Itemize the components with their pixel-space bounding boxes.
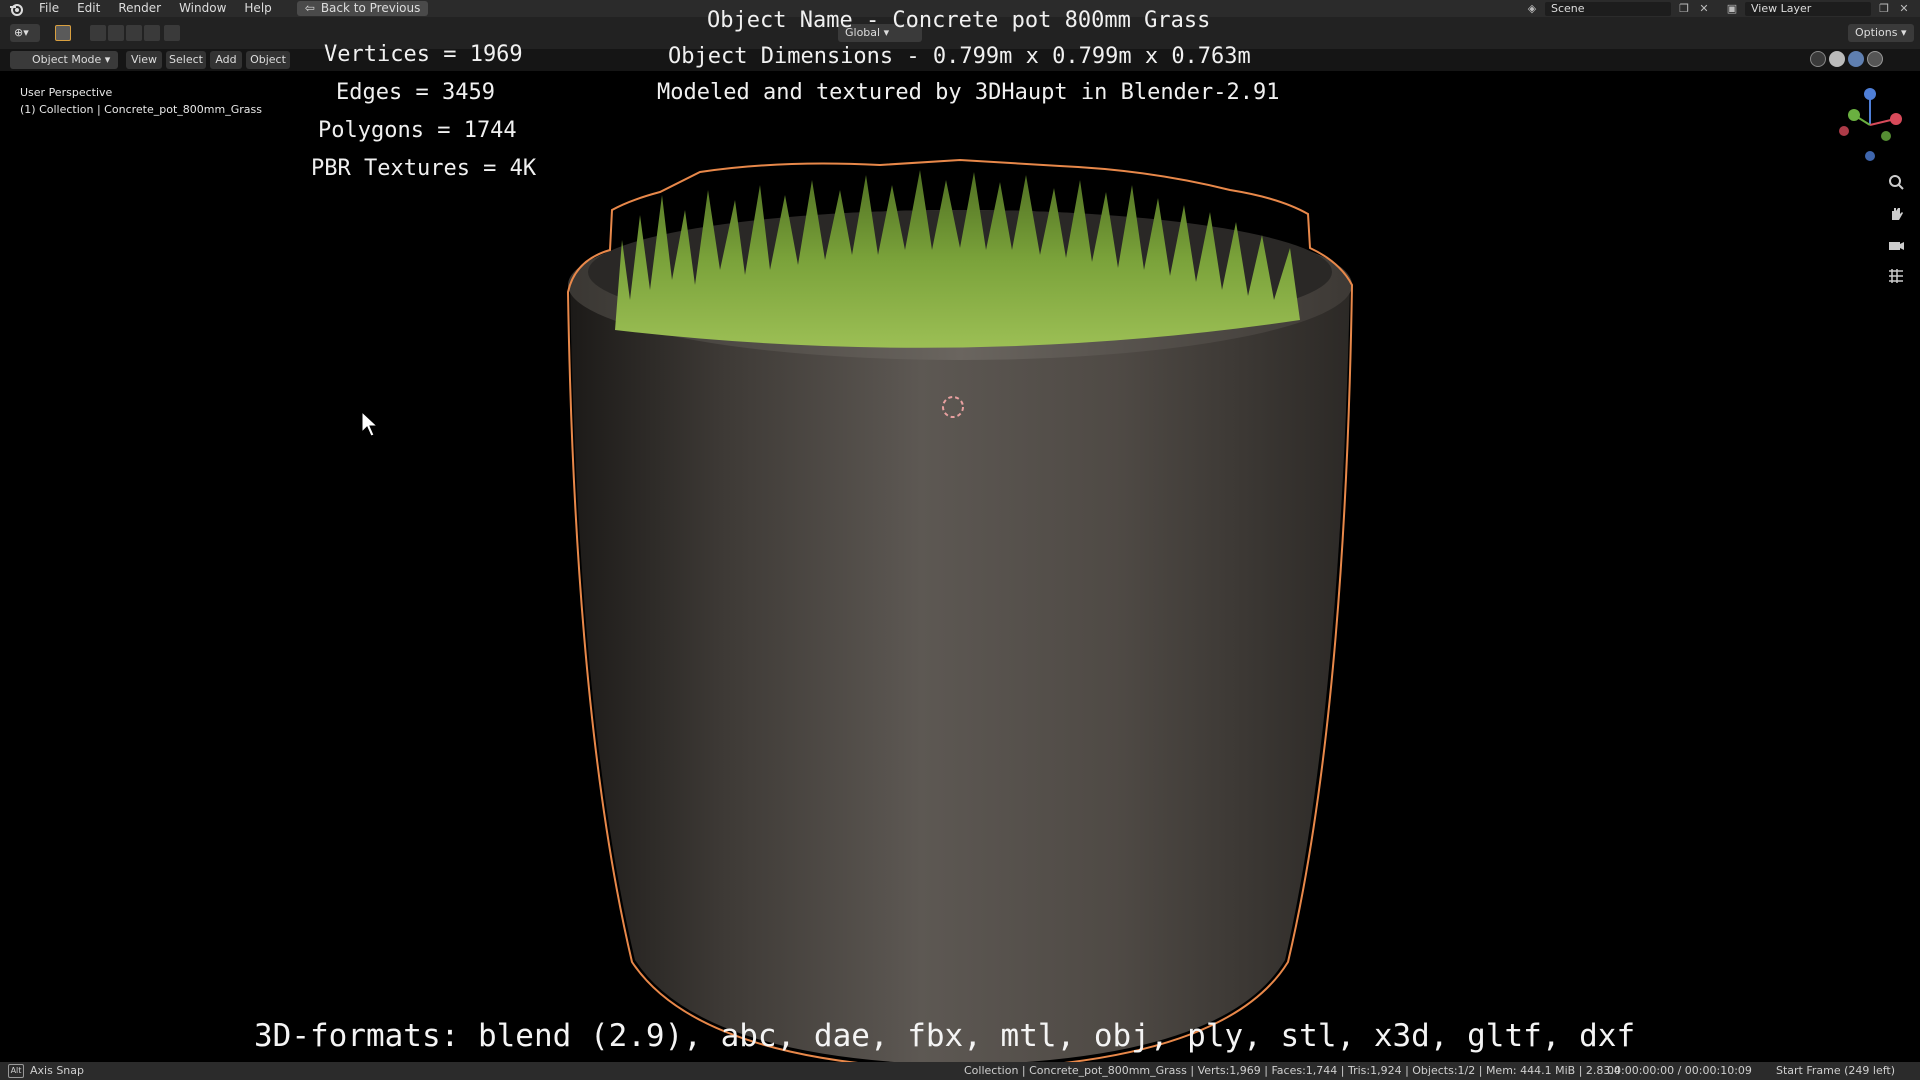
zoom-icon[interactable] bbox=[1884, 170, 1908, 194]
status-bar: Alt Axis Snap Collection | Concrete_pot_… bbox=[0, 1062, 1920, 1080]
z-axis-icon bbox=[1864, 88, 1876, 100]
alt-key-icon: Alt bbox=[8, 1064, 24, 1078]
mouse-pointer bbox=[361, 410, 379, 437]
timecode: 00:00:00:00 / 00:00:10:09 bbox=[1607, 1064, 1752, 1077]
navigation-gizmo[interactable] bbox=[1830, 85, 1910, 165]
viewport-scene[interactable] bbox=[0, 0, 1920, 1080]
camera-icon[interactable] bbox=[1884, 233, 1908, 257]
start-frame: Start Frame (249 left) bbox=[1776, 1064, 1896, 1077]
y-axis-icon bbox=[1848, 109, 1860, 121]
formats-caption: 3D-formats: blend (2.9), abc, dae, fbx, … bbox=[254, 1018, 1636, 1054]
scene-statistics: Collection | Concrete_pot_800mm_Grass | … bbox=[964, 1064, 1621, 1077]
grid-icon[interactable] bbox=[1884, 264, 1908, 288]
x-axis-icon bbox=[1890, 113, 1902, 125]
axis-snap-label: Axis Snap bbox=[30, 1064, 84, 1077]
neg-y-axis-icon bbox=[1881, 131, 1891, 141]
pot-body bbox=[570, 285, 1350, 1065]
neg-z-axis-icon bbox=[1865, 151, 1875, 161]
hand-icon[interactable] bbox=[1884, 201, 1908, 225]
neg-x-axis-icon bbox=[1839, 126, 1849, 136]
